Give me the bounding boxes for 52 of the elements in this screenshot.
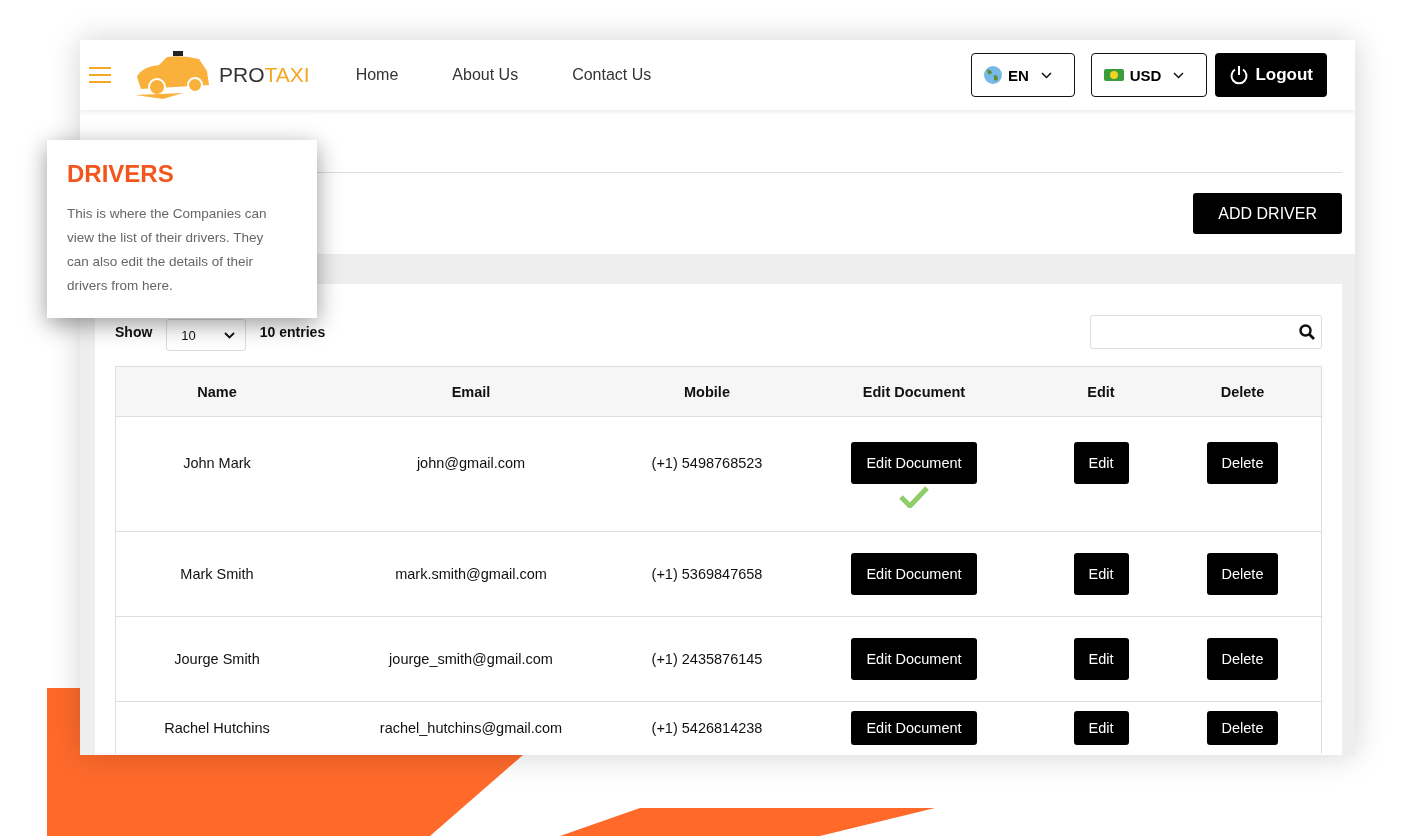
column-header: Name	[196, 383, 238, 400]
entries-label: 10 entries	[259, 324, 326, 340]
table-cell: Rachel Hutchins	[164, 720, 270, 736]
column-header: Delete	[1219, 383, 1266, 400]
edit-button[interactable]: Edit	[1073, 711, 1129, 745]
search-icon	[1299, 324, 1315, 340]
table-cell: John Mark	[183, 455, 251, 471]
add-driver-button[interactable]: ADD DRIVER	[1193, 193, 1342, 234]
edit-button[interactable]: Edit	[1073, 442, 1129, 484]
banknote-icon	[1103, 69, 1124, 81]
table-cell: john@gmail.com	[416, 455, 526, 471]
nav-link[interactable]: Home	[355, 66, 399, 84]
language-dropdown[interactable]: EN	[970, 53, 1075, 97]
search-field[interactable]	[1090, 315, 1322, 349]
table-cell: rachel_hutchins@gmail.com	[379, 720, 563, 736]
edit-document-button[interactable]: Edit Document	[851, 638, 977, 680]
table-cell: (+1) 5426814238	[651, 720, 763, 736]
edit-document-button[interactable]: Edit Document	[851, 553, 977, 595]
chevron-down-icon	[223, 331, 235, 339]
chevron-down-icon	[1040, 71, 1052, 79]
delete-button[interactable]: Delete	[1206, 711, 1279, 745]
power-icon	[1229, 65, 1250, 85]
chevron-down-icon	[1173, 71, 1185, 79]
edit-button[interactable]: Edit	[1073, 553, 1129, 595]
currency-dropdown[interactable]: USD	[1090, 53, 1208, 97]
table-cell: Jourge Smith	[174, 651, 260, 667]
table-cell: mark.smith@gmail.com	[395, 566, 547, 582]
delete-button[interactable]: Delete	[1206, 553, 1279, 595]
nav-link[interactable]: Contact Us	[572, 66, 652, 84]
table-cell: jourge_smith@gmail.com	[389, 651, 553, 667]
menu-icon[interactable]	[89, 66, 111, 84]
delete-button[interactable]: Delete	[1206, 638, 1279, 680]
show-label: Show	[115, 324, 153, 340]
column-header: Mobile	[683, 383, 731, 400]
column-header: Email	[450, 383, 492, 400]
column-header: Edit	[1086, 383, 1116, 400]
logout-button[interactable]: Logout	[1215, 53, 1327, 97]
edit-button[interactable]: Edit	[1073, 638, 1129, 680]
table-cell: (+1) 2435876145	[651, 651, 763, 667]
delete-button[interactable]: Delete	[1206, 442, 1279, 484]
callout-text: This is where the Companies can view the list of their drivers. They can also edit the details of their drivers from here.	[67, 205, 268, 295]
nav-link[interactable]: About Us	[452, 66, 519, 84]
edit-document-button[interactable]: Edit Document	[851, 711, 977, 745]
table-cell: Mark Smith	[180, 566, 254, 582]
globe-icon	[983, 66, 1002, 84]
column-header: Edit Document	[861, 383, 967, 400]
page-size-select[interactable]: 10	[166, 319, 246, 351]
brand-logo-text[interactable]: PROTAXI	[219, 63, 310, 87]
edit-document-button[interactable]: Edit Document	[851, 442, 977, 484]
table-cell: (+1) 5369847658	[651, 566, 763, 582]
callout-title: DRIVERS	[67, 160, 175, 188]
table-cell: (+1) 5498768523	[651, 455, 763, 471]
